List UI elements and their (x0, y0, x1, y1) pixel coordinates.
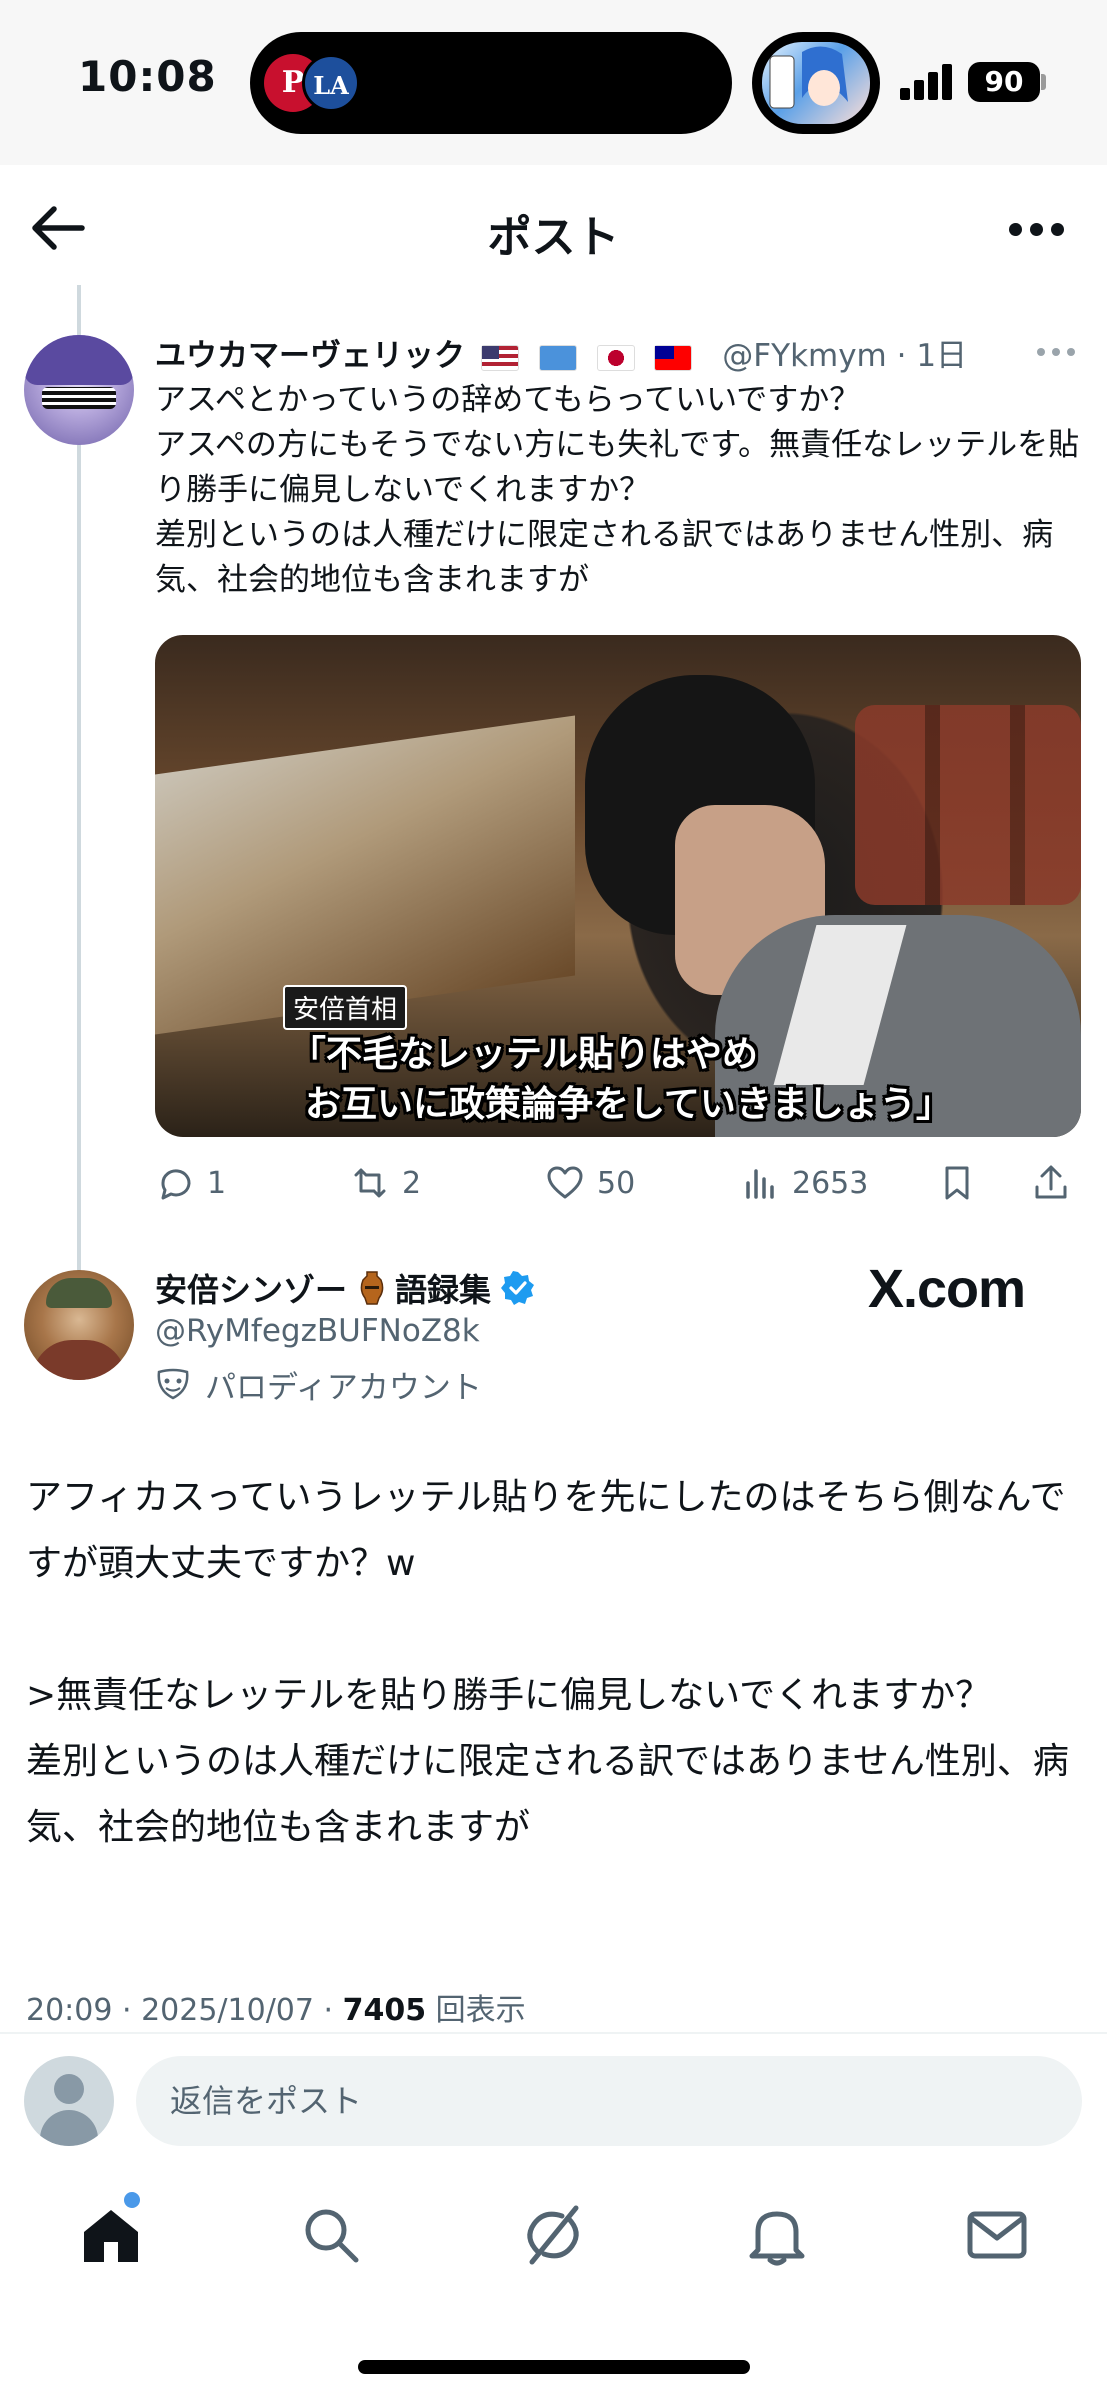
bell-icon (749, 2211, 805, 2266)
reply-bar: 返信をポスト (0, 2034, 1107, 2164)
anime-character-thumbnail-icon (762, 42, 870, 124)
reply-button[interactable]: 1 (155, 1158, 226, 1208)
us-flag-icon (480, 344, 519, 371)
messages-tab[interactable] (962, 2200, 1032, 2270)
status-time: 10:08 (78, 52, 217, 101)
repost-button[interactable]: 2 (350, 1158, 421, 1208)
parent-post-actions: 1 2 50 2653 (155, 1158, 1085, 1218)
repost-count: 2 (402, 1165, 422, 1201)
main-post-view-label: 回表示 (435, 1993, 526, 2028)
more-options-icon[interactable] (1009, 223, 1065, 237)
live-activity[interactable] (752, 32, 880, 134)
nav-header: ポスト (0, 165, 1107, 295)
like-count: 50 (597, 1165, 636, 1201)
views-button[interactable]: 2653 (740, 1158, 868, 1208)
x-com-watermark: X.com (868, 1259, 1026, 1319)
taiwan-flag-icon (654, 344, 693, 371)
main-post-text: アフィカスっていうレッテル貼りを先にしたのはそちら側なんですが頭大丈夫ですか？w… (26, 1477, 1069, 1848)
main-post-timestamp[interactable]: 20:09 · 2025/10/07 · (26, 1993, 343, 2028)
view-count: 2653 (792, 1165, 869, 1201)
bookmark-button[interactable] (937, 1158, 989, 1208)
parent-post-avatar[interactable] (24, 335, 134, 445)
parent-post-text: アスペとかっていうの辞めてもらっていいですか？ アスペの方にもそうでない方にも失… (155, 382, 1080, 598)
notifications-tab[interactable] (742, 2200, 812, 2270)
flag-emojis (480, 340, 703, 376)
like-button[interactable]: 50 (545, 1158, 635, 1208)
parody-account-label: パロディアカウント (155, 1362, 482, 1407)
main-post-display-name: 安倍シンゾー (155, 1271, 348, 1309)
parent-post-media-image[interactable]: 安倍首相 「不毛なレッテル貼りはやめ お互いに政策論争をしていきましょう」 (155, 635, 1081, 1137)
un-flag-icon (538, 344, 577, 371)
repost-icon (354, 1168, 386, 1198)
dynamic-island[interactable]: P LA (250, 32, 732, 134)
main-post-handle[interactable]: @RyMfegzBUFNoZ8k (155, 1313, 480, 1349)
theater-masks-icon (157, 1368, 189, 1399)
verified-badge-icon (501, 1271, 535, 1305)
parent-post-more-icon[interactable] (1037, 348, 1077, 358)
battery-tip (1041, 74, 1046, 90)
japan-flag-icon (596, 344, 635, 371)
home-indicator[interactable] (358, 2360, 750, 2374)
battery-icon: 90 (968, 62, 1040, 102)
page-title: ポスト (487, 212, 620, 263)
main-post-avatar[interactable] (24, 1270, 134, 1380)
bottom-tab-bar (0, 2180, 1107, 2300)
share-button[interactable] (1031, 1158, 1083, 1208)
main-post-view-count: 7405 (342, 1993, 427, 2028)
parody-account-text: パロディアカウント (205, 1370, 482, 1406)
reply-count: 1 (207, 1165, 227, 1201)
parent-post-handle[interactable]: @FYkmym (722, 338, 886, 374)
media-caption-tag: 安倍首相 (283, 985, 408, 1030)
user-avatar-icon[interactable] (24, 2056, 114, 2146)
search-icon (305, 2209, 359, 2263)
cellular-signal-icon (900, 62, 954, 100)
reply-icon (161, 1169, 191, 1200)
main-post-name-suffix: 語録集 (395, 1271, 492, 1309)
heart-icon (547, 1166, 583, 1199)
grok-icon (527, 2205, 579, 2265)
home-icon (84, 2210, 138, 2262)
search-tab[interactable] (296, 2200, 366, 2270)
grok-tab[interactable] (518, 2200, 588, 2270)
parent-post-display-name[interactable]: ユウカマーヴェリック (155, 338, 465, 374)
amphora-icon (359, 1270, 385, 1306)
home-tab[interactable] (76, 2200, 146, 2270)
media-caption-line-1: 「不毛なレッテル貼りはやめ (290, 1034, 759, 1075)
envelope-icon (967, 2211, 1027, 2259)
parent-post-header: ユウカマーヴェリック @FYkmym · 1日 (155, 330, 967, 380)
dodgers-logo-icon: LA (302, 54, 360, 112)
share-icon (1035, 1165, 1067, 1199)
main-post-name-row[interactable]: 安倍シンゾー 語録集 (155, 1265, 535, 1311)
views-chart-icon (746, 1169, 774, 1199)
parent-post-time[interactable]: · 1日 (897, 338, 967, 374)
home-notification-dot (124, 2192, 140, 2208)
bookmark-icon (945, 1166, 969, 1200)
reply-input[interactable]: 返信をポスト (136, 2056, 1082, 2146)
status-bar: 10:08 P LA 90 (0, 0, 1107, 165)
main-post-meta: 20:09 · 2025/10/07 · 7405 回表示 (26, 1985, 526, 2029)
media-caption-line-2: お互いに政策論争をしていきましょう」 (305, 1084, 952, 1125)
